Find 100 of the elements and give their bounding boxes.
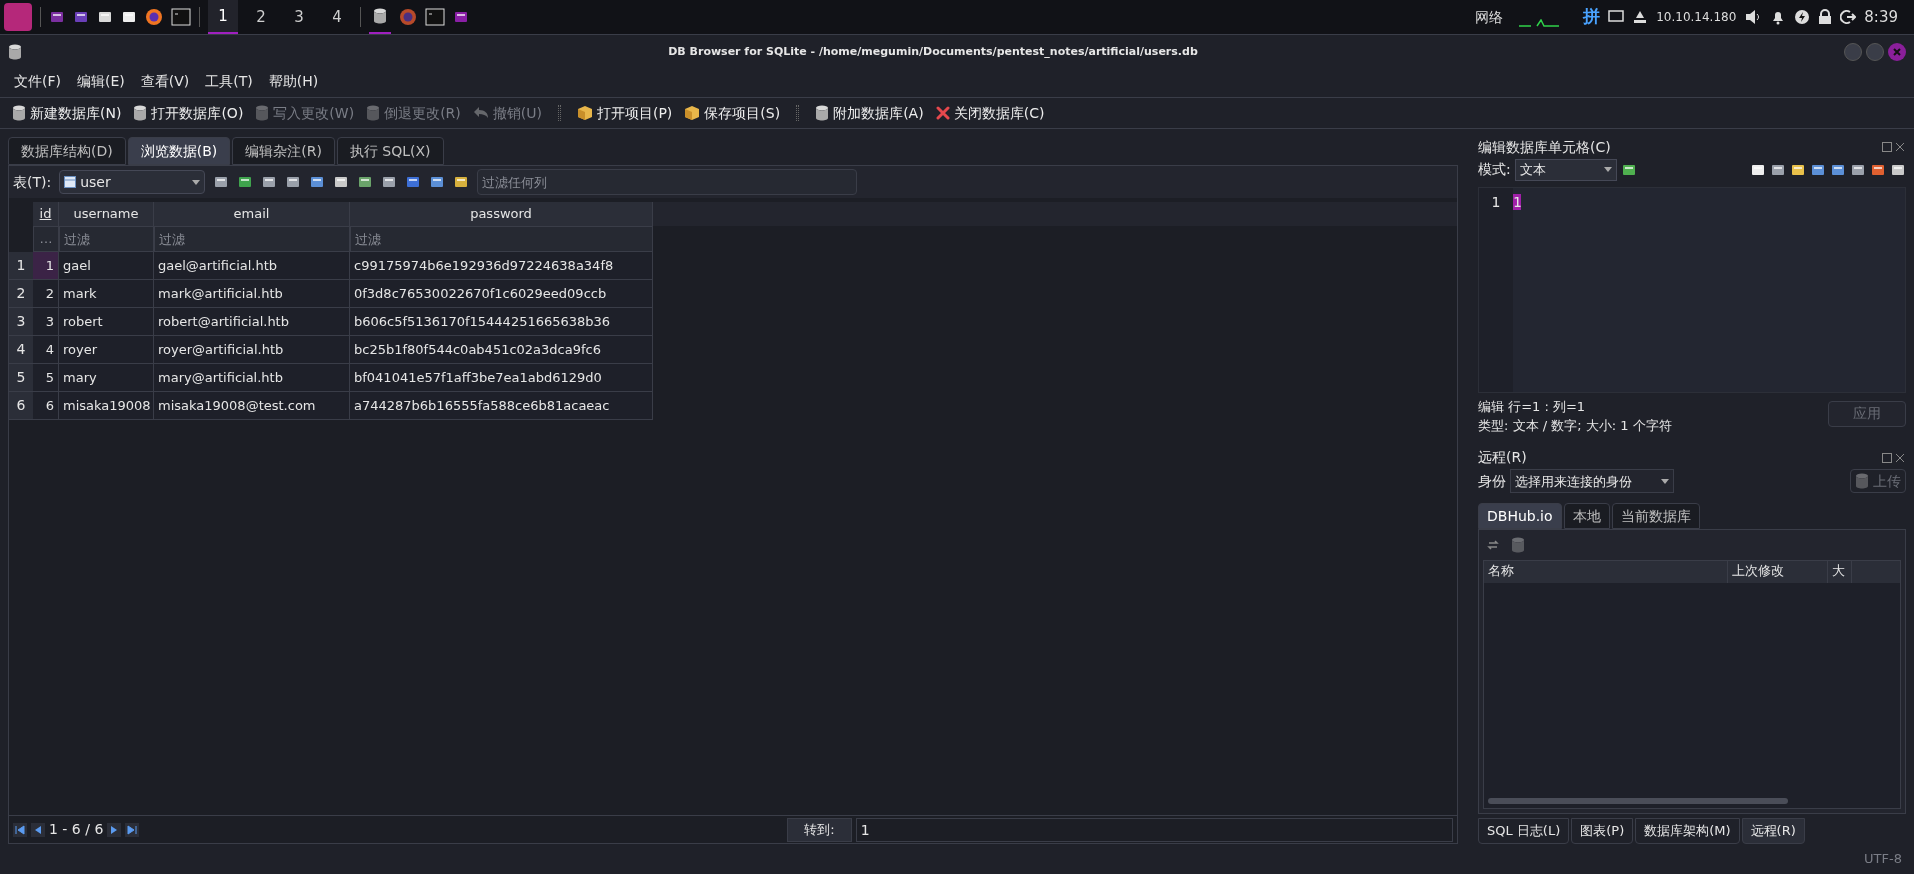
toolbar-button[interactable]: 打开项目(P) [576, 102, 673, 124]
logout-icon[interactable] [1840, 9, 1857, 25]
panel-title: 编辑数据库单元格(C) [1478, 137, 1611, 157]
table-cell: gael@artificial.htb [154, 252, 350, 280]
filter-cell[interactable]: 过滤 [59, 226, 154, 252]
network-label: 网络 [1475, 7, 1504, 27]
undo-icon [472, 106, 489, 120]
ip-address: 10.10.14.180 [1656, 9, 1737, 26]
workspace-button[interactable]: 3 [284, 0, 314, 34]
next-page-icon[interactable] [107, 822, 122, 837]
table-select[interactable]: user [59, 170, 206, 194]
goto-field[interactable]: 1 [855, 817, 1453, 842]
row-number[interactable]: 2 [9, 280, 33, 308]
mode-label: 模式: [1478, 160, 1511, 180]
column-header[interactable]: username [59, 202, 154, 226]
toolbar-button[interactable]: 打开数据库(O) [133, 102, 244, 124]
row-number[interactable]: 5 [9, 364, 33, 392]
row-number[interactable]: 1 [9, 252, 33, 280]
identity-label: 身份 [1478, 471, 1506, 491]
tab[interactable]: 数据库架构(M) [1635, 818, 1740, 844]
encoding-label: UTF-8 [1864, 850, 1902, 869]
toolbar-button[interactable]: 保存项目(S) [684, 102, 781, 124]
tab[interactable]: 本地 [1563, 503, 1610, 530]
last-page-icon[interactable] [125, 822, 140, 837]
row-number[interactable]: 6 [9, 392, 33, 420]
tab[interactable]: SQL 日志(L) [1478, 818, 1570, 844]
row-number[interactable]: 4 [9, 336, 33, 364]
input-method-indicator[interactable]: 拼 [1583, 4, 1601, 30]
lock-icon[interactable] [1818, 9, 1833, 25]
tab[interactable]: 浏览数据(B) [127, 137, 231, 165]
tab[interactable]: 图表(P) [1571, 818, 1634, 844]
table-cell: 6 [33, 392, 59, 420]
toolbar-button[interactable]: 关闭数据库(C) [935, 102, 1045, 124]
dropdown-caret-icon [1661, 478, 1669, 484]
table-cell: mary@artificial.htb [154, 364, 350, 392]
tab[interactable]: 远程(R) [1741, 818, 1805, 844]
table-cell: robert@artificial.htb [154, 308, 350, 336]
table-cell: 5 [33, 364, 59, 392]
database-icon [1855, 473, 1869, 490]
table-cell: royer [59, 336, 154, 364]
app-icon [8, 44, 22, 60]
identity-select[interactable]: 选择用来连接的身份 [1510, 469, 1674, 494]
toolbar-button[interactable]: 新建数据库(N) [12, 102, 122, 124]
panel-title: 远程(R) [1478, 448, 1527, 468]
workspace-button[interactable]: 1 [208, 0, 238, 34]
cell-value: 1 [1513, 193, 1522, 210]
table-cell: misaka19008 [59, 392, 154, 420]
workspace-button[interactable]: 4 [322, 0, 352, 34]
monitor-icon[interactable] [1608, 10, 1625, 24]
table-cell: 3 [33, 308, 59, 336]
filter-cell[interactable]: 过滤 [350, 226, 653, 252]
tab[interactable]: 编辑杂注(R) [232, 137, 335, 165]
browser-icon[interactable] [145, 8, 163, 26]
database-icon [366, 105, 381, 121]
first-page-icon[interactable] [13, 822, 27, 837]
close-icon [935, 106, 950, 120]
tab[interactable]: 执行 SQL(X) [336, 137, 444, 165]
browser-icon[interactable] [399, 8, 417, 26]
mode-select[interactable]: 文本 [1514, 158, 1617, 181]
column-header[interactable]: 上次修改 [1728, 561, 1828, 584]
window-title: DB Browser for SQLite - /home/megumin/Documents/pentest_notes/artificial/users.db [667, 43, 1199, 60]
column-header[interactable]: 大 [1828, 561, 1852, 584]
menu-item[interactable]: 编辑(E) [71, 70, 131, 92]
table-cell: bf041041e57f1aff3be7ea1abd6129d0 [350, 364, 653, 392]
scrollbar[interactable] [1488, 798, 1788, 804]
close-button[interactable] [1888, 43, 1906, 61]
previous-page-icon[interactable] [31, 822, 45, 837]
row-number[interactable]: 3 [9, 308, 33, 336]
column-header[interactable]: password [350, 202, 653, 226]
clock: 8:39 [1864, 6, 1898, 28]
table-cell: royer@artificial.htb [154, 336, 350, 364]
column-header[interactable]: email [154, 202, 350, 226]
table-cell: robert [59, 308, 154, 336]
edit-position: 编辑 行=1 : 列=1 [1478, 397, 1587, 416]
table-cell: b606c5f5136170f15444251665638b36 [350, 308, 653, 336]
power-icon[interactable] [1794, 9, 1811, 25]
filter-cell[interactable]: 过滤 [154, 226, 350, 252]
line-number: 1 [1490, 192, 1502, 212]
network-icon[interactable] [1632, 9, 1649, 25]
tab[interactable]: DBHub.io [1478, 503, 1562, 530]
filter-field[interactable]: 过滤任何列 [477, 169, 858, 195]
workspace-button[interactable]: 2 [246, 0, 276, 34]
database-icon [255, 105, 270, 121]
cell-editor[interactable]: 1 1 [1478, 186, 1906, 393]
toolbar-button[interactable]: 附加数据库(A) [815, 102, 924, 124]
float-close-icon[interactable] [1882, 142, 1906, 152]
tab[interactable]: 当前数据库 [1611, 503, 1700, 530]
column-header[interactable]: 名称 [1484, 561, 1728, 584]
goto-button[interactable]: 转到: [787, 817, 852, 842]
database-icon [1511, 537, 1525, 554]
table-label: 表(T): [13, 172, 52, 192]
menu-item[interactable]: 工具(T) [199, 70, 259, 92]
filter-cell[interactable]: … [33, 226, 59, 252]
menu-item[interactable]: 帮助(H) [262, 70, 325, 92]
table-icon [64, 176, 77, 188]
tab[interactable]: 数据库结构(D) [8, 137, 126, 165]
column-header[interactable]: id [33, 202, 59, 226]
menu-item[interactable]: 文件(F) [8, 70, 67, 92]
menu-item[interactable]: 查看(V) [134, 70, 196, 92]
float-close-icon[interactable] [1882, 452, 1906, 463]
